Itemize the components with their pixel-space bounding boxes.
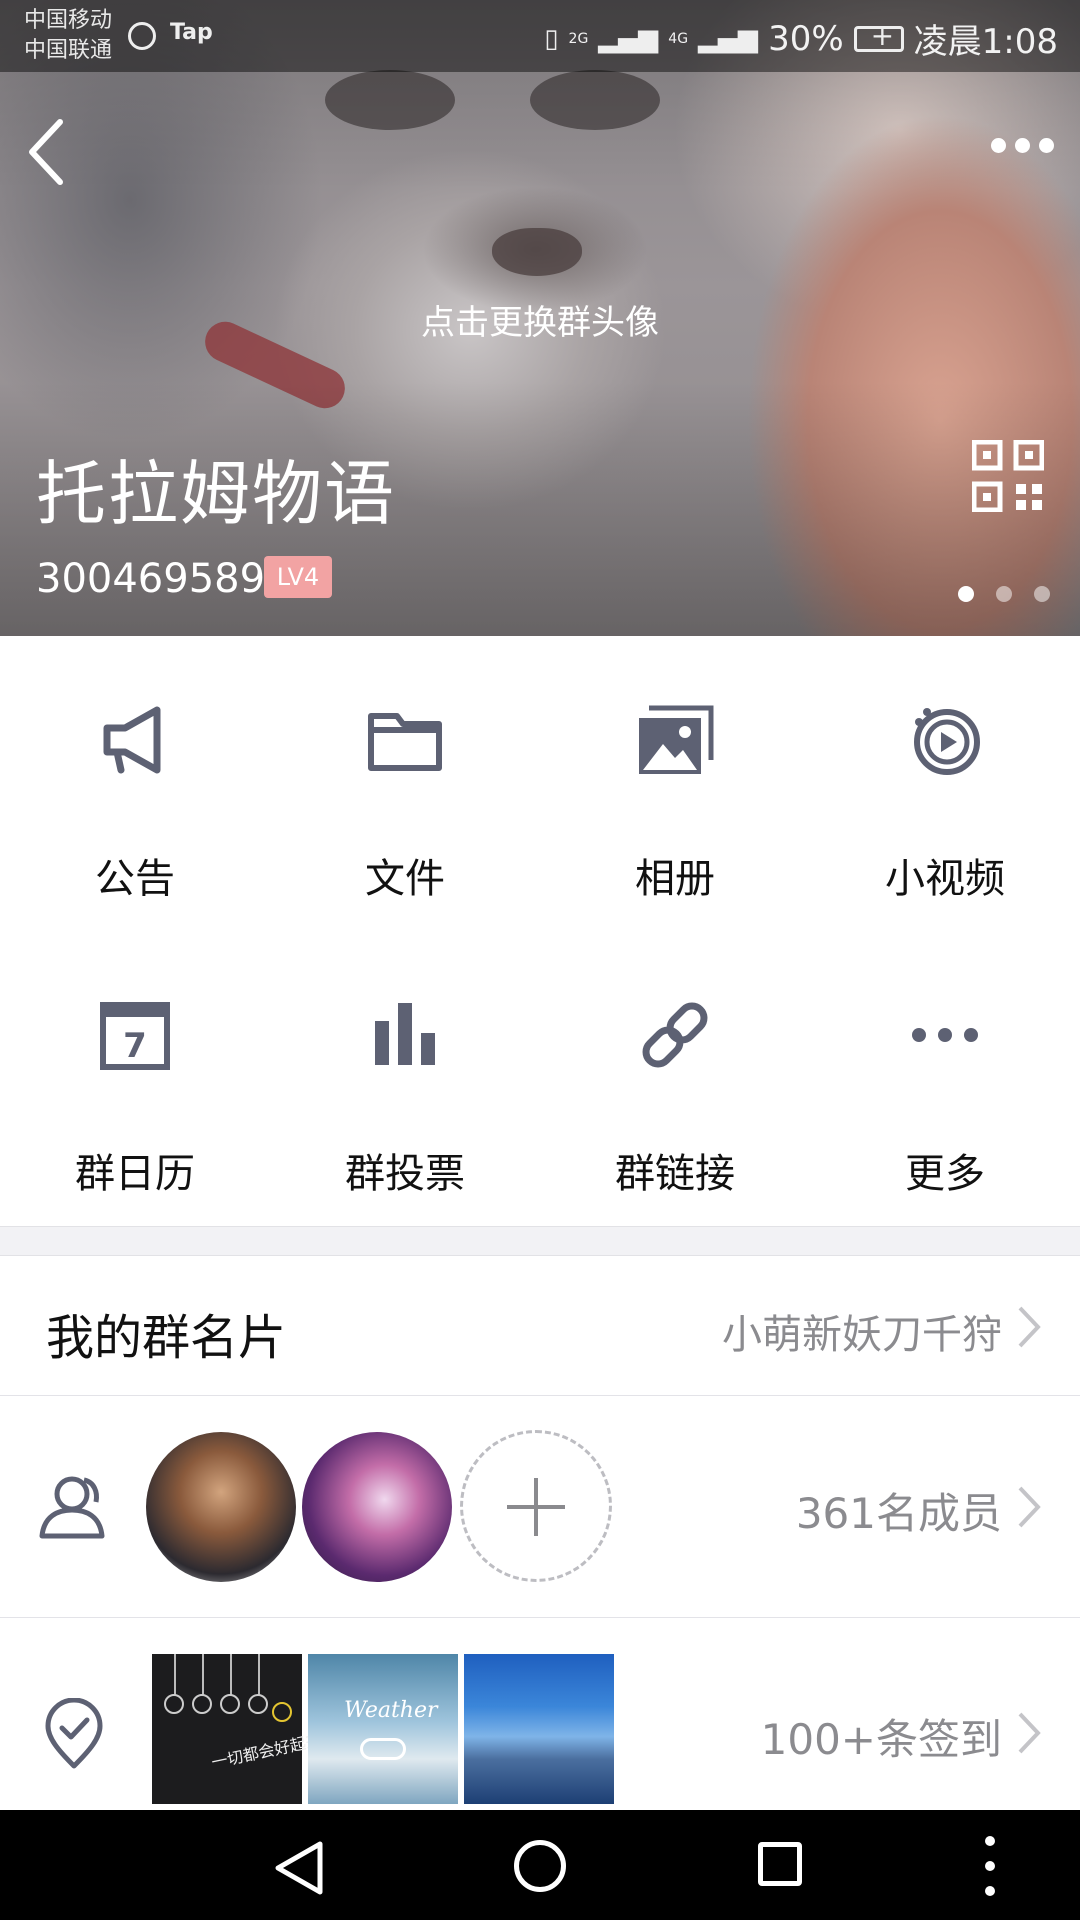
- my-group-card-nickname: 小萌新妖刀千狩: [722, 1312, 1002, 1358]
- cover-image-detail: [492, 228, 582, 276]
- chevron-right-icon: [1018, 1486, 1041, 1528]
- function-more[interactable]: 更多: [810, 931, 1080, 1226]
- megaphone-icon: [103, 706, 161, 774]
- calendar-icon: 7: [100, 1002, 170, 1070]
- thumbnail-detail: [202, 1654, 204, 1696]
- level-badge: LV4: [264, 556, 332, 598]
- function-album[interactable]: 相册: [540, 636, 810, 931]
- vibrate-icon: ▯: [544, 23, 559, 54]
- cover-image-detail: [325, 70, 455, 130]
- cloud-icon: [360, 1738, 406, 1760]
- member-avatar[interactable]: [302, 1432, 452, 1582]
- function-label: 群投票: [345, 1151, 465, 1197]
- nav-back-icon[interactable]: [272, 1840, 328, 1896]
- group-id: 300469589: [36, 556, 266, 602]
- thumbnail-detail: [230, 1654, 232, 1696]
- function-grid: 公告 文件 相册 小视频 7 群日历 群投票 群链接 更多: [0, 636, 1080, 1226]
- nav-home-icon[interactable]: [514, 1840, 566, 1892]
- checkin-thumbnail[interactable]: [464, 1654, 614, 1804]
- function-calendar[interactable]: 7 群日历: [0, 931, 270, 1226]
- carrier-1: 中国移动: [24, 8, 113, 33]
- sad-face-icon: [220, 1694, 240, 1714]
- my-group-card-title: 我的群名片: [46, 1310, 287, 1366]
- group-name: 托拉姆物语: [36, 453, 396, 535]
- chevron-right-icon: [1018, 1306, 1041, 1348]
- signal-icon: ▂▄▆: [598, 23, 659, 54]
- chevron-right-icon: [1018, 1712, 1041, 1754]
- function-short-video[interactable]: 小视频: [810, 636, 1080, 931]
- carousel-dot: [996, 586, 1012, 602]
- checkin-count: 100+条签到: [760, 1715, 1002, 1764]
- thumbnail-caption: Weather: [344, 1698, 438, 1723]
- back-arrow-icon[interactable]: [22, 112, 82, 192]
- members-icon: [39, 1476, 105, 1539]
- link-icon: [642, 1002, 708, 1068]
- clock: 凌晨1:08: [913, 22, 1058, 62]
- member-avatar[interactable]: [146, 1432, 296, 1582]
- checkin-row[interactable]: 一切都会好起来的 Weather 100+条签到: [0, 1618, 1080, 1810]
- nav-menu-icon[interactable]: [980, 1836, 1000, 1896]
- carrier-names: 中国移动 中国联通: [24, 6, 112, 66]
- nav-recents-icon[interactable]: [758, 1842, 802, 1886]
- thumbnail-detail: [174, 1654, 176, 1696]
- function-label: 文件: [365, 856, 445, 902]
- function-label: 小视频: [885, 856, 1005, 902]
- cover-image-detail: [530, 70, 660, 130]
- add-member-button[interactable]: [460, 1430, 612, 1582]
- section-divider: [0, 1226, 1080, 1256]
- function-label: 相册: [635, 856, 715, 902]
- members-row[interactable]: 361名成员: [0, 1396, 1080, 1618]
- system-navigation-bar: [0, 1810, 1080, 1920]
- function-vote[interactable]: 群投票: [270, 931, 540, 1226]
- function-label: 更多: [905, 1151, 985, 1197]
- carousel-indicator: [958, 586, 1050, 602]
- network-4g-label: 4G: [668, 30, 689, 47]
- function-label: 公告: [95, 856, 175, 902]
- network-2g-label: 2G: [568, 30, 589, 47]
- function-label: 群日历: [75, 1151, 195, 1197]
- checkin-thumbnail[interactable]: Weather: [308, 1654, 458, 1804]
- smile-face-icon: [272, 1702, 292, 1722]
- my-group-card-row[interactable]: 我的群名片 小萌新妖刀千狩: [0, 1256, 1080, 1396]
- more-options-icon[interactable]: [991, 138, 1054, 153]
- folder-icon: [368, 713, 442, 771]
- sad-face-icon: [192, 1694, 212, 1714]
- function-label: 群链接: [615, 1151, 735, 1197]
- status-right: ▯ 2G ▂▄▆ 4G ▂▄▆ 30% 凌晨1:08: [544, 14, 1058, 63]
- thumbnail-detail: [258, 1654, 260, 1696]
- carousel-dot: [958, 586, 974, 602]
- members-count: 361名成员: [795, 1489, 1002, 1538]
- function-files[interactable]: 文件: [270, 636, 540, 931]
- battery-percent: 30%: [768, 18, 844, 59]
- carousel-dot: [1034, 586, 1050, 602]
- bar-chart-icon: [375, 1003, 435, 1065]
- carrier-2: 中国联通: [24, 38, 113, 63]
- tap-app-icon: Tap: [170, 20, 213, 45]
- sad-face-icon: [164, 1694, 184, 1714]
- more-icon: [912, 1028, 978, 1042]
- change-avatar-hint[interactable]: 点击更换群头像: [0, 295, 1080, 344]
- sad-face-icon: [248, 1694, 268, 1714]
- video-icon: [914, 708, 980, 775]
- calendar-day: 7: [123, 1026, 147, 1066]
- qr-code-icon[interactable]: [972, 440, 1044, 512]
- function-link[interactable]: 群链接: [540, 931, 810, 1226]
- location-check-icon: [45, 1698, 103, 1769]
- signal-icon: ▂▄▆: [698, 23, 759, 54]
- album-icon: [639, 705, 714, 774]
- status-bar: 中国移动 中国联通 Tap ▯ 2G ▂▄▆ 4G ▂▄▆ 30% 凌晨1:08: [0, 0, 1080, 72]
- checkin-thumbnail[interactable]: 一切都会好起来的: [152, 1654, 339, 1804]
- timer-icon: [128, 22, 156, 50]
- function-announcement[interactable]: 公告: [0, 636, 270, 931]
- battery-icon: [853, 19, 904, 52]
